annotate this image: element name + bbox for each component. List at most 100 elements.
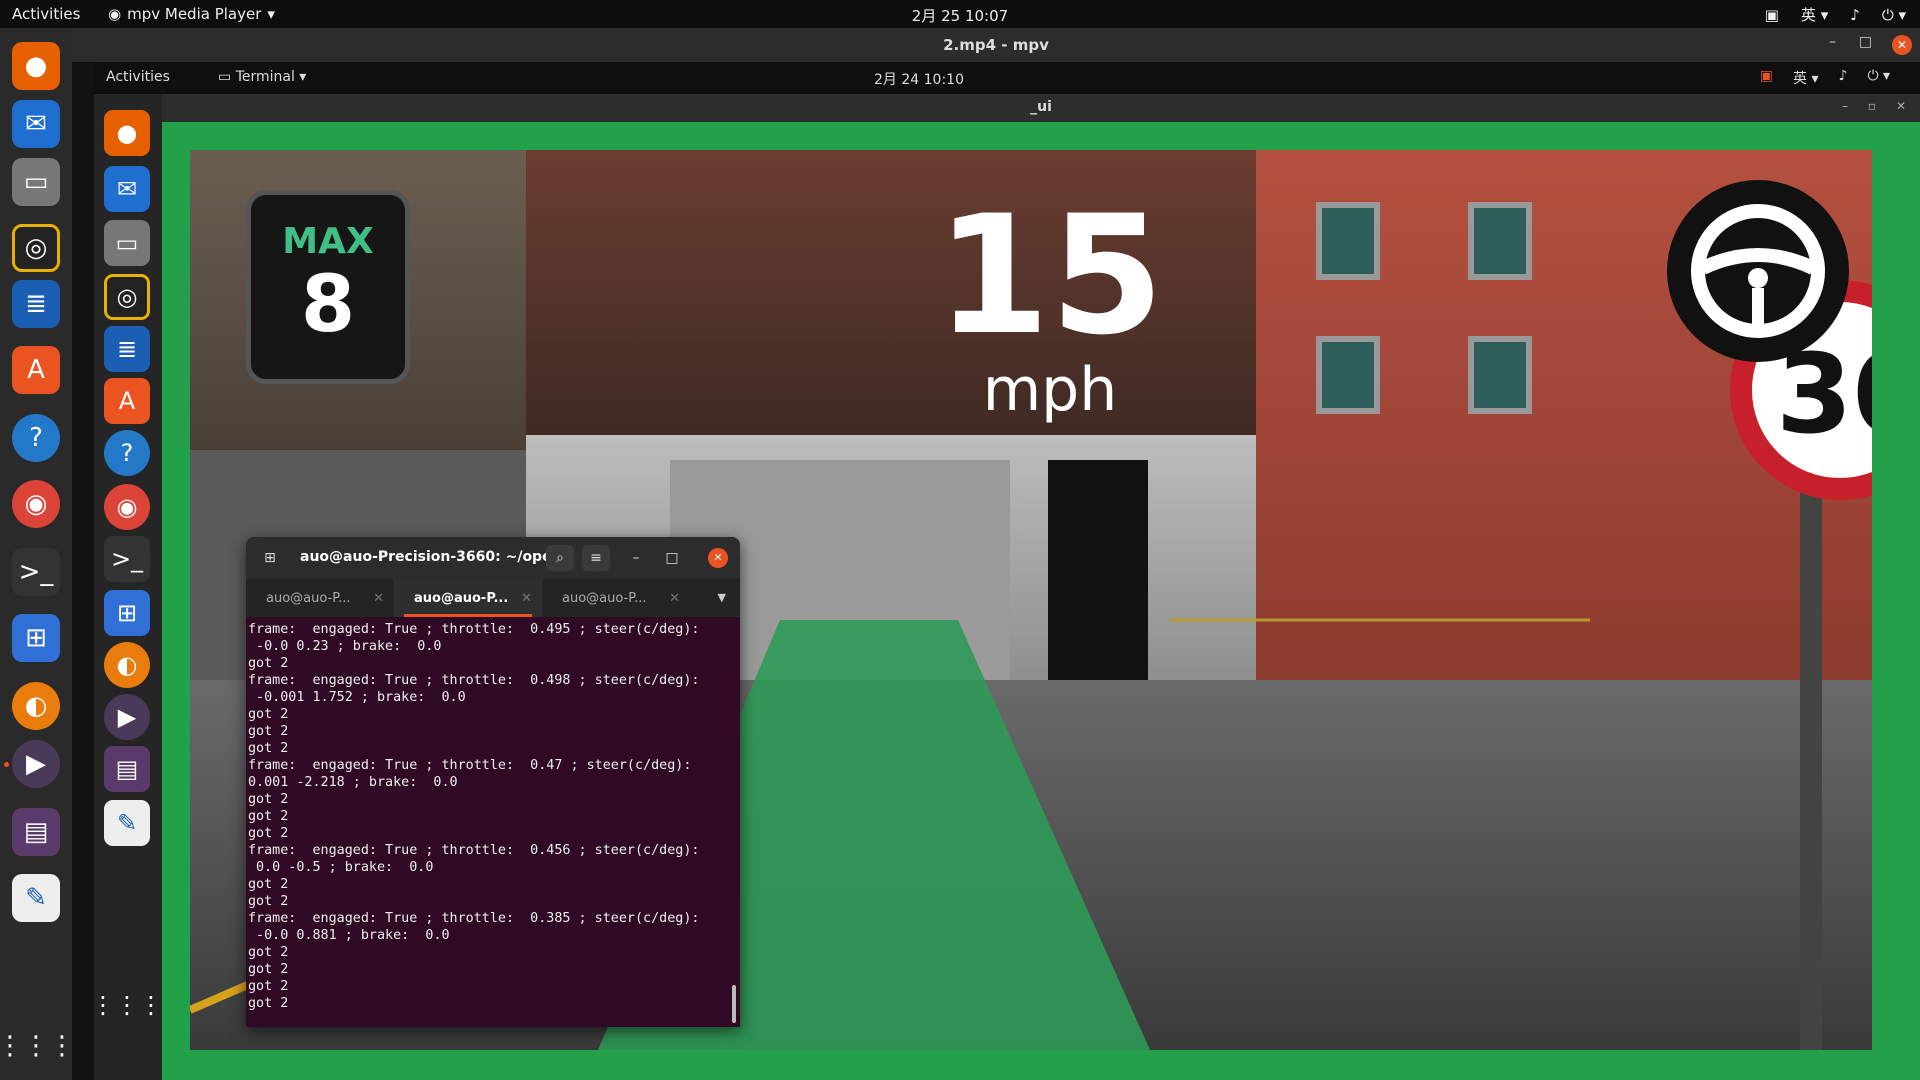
- dock: ● ✉ ▭ ◎ ≣ A ? ◉ >_ ⊞ ◐ ▶ ▤ ✎ ⋮⋮⋮: [0, 28, 75, 1080]
- writer-icon[interactable]: ≣: [12, 280, 60, 328]
- terminal-line: got 2: [248, 656, 289, 671]
- max-speed-box: MAX 8: [246, 190, 410, 384]
- editor-icon[interactable]: ✎: [12, 874, 60, 922]
- blender-icon[interactable]: ◐: [12, 682, 60, 730]
- files-icon: ▭: [104, 220, 150, 266]
- max-speed-label: MAX: [282, 221, 374, 262]
- terminal-line: got 2: [248, 996, 289, 1011]
- firefox-icon: ●: [104, 110, 150, 156]
- terminal-line: frame: engaged: True ; throttle: 0.385 ;…: [248, 911, 700, 926]
- editor-icon: ✎: [104, 800, 150, 846]
- mpv-titlebar: 2.mp4 - mpv – □ ✕: [72, 28, 1920, 62]
- help-icon[interactable]: ?: [12, 414, 60, 462]
- terminal-tab[interactable]: auo@auo-P... ✕: [246, 579, 394, 617]
- terminal-title: auo@auo-Precision-3660: ~/ope...: [300, 549, 568, 565]
- ui-titlebar: _ui – ▫ ✕: [162, 94, 1920, 122]
- mpv-icon[interactable]: ▶: [12, 740, 60, 788]
- ui-minimize-icon: –: [1842, 99, 1848, 113]
- speed-value: 15: [935, 180, 1165, 371]
- tab-close-icon[interactable]: ✕: [373, 591, 384, 606]
- terminal-line: got 2: [248, 945, 289, 960]
- inner-lang-label: 英: [1793, 71, 1808, 87]
- terminal-line: got 2: [248, 877, 289, 892]
- ui-close-icon: ✕: [1895, 99, 1906, 113]
- video-icon: ▤: [104, 746, 150, 792]
- files-icon[interactable]: ▭: [12, 158, 60, 206]
- app-menu-label: mpv Media Player: [127, 5, 262, 23]
- app-menu[interactable]: ◉ mpv Media Player ▾: [108, 5, 275, 23]
- inner-clock: 2月 24 10:10: [874, 72, 964, 88]
- clock[interactable]: 2月 25 10:07: [0, 5, 1920, 26]
- screenshot-icon[interactable]: ⊞: [12, 614, 60, 662]
- inner-volume-icon: ♪: [1838, 68, 1848, 84]
- menu-icon[interactable]: ≡: [582, 545, 610, 571]
- camera-icon[interactable]: ▣: [1765, 6, 1779, 24]
- mpv-title: 2.mp4 - mpv: [943, 36, 1049, 54]
- ui-maximize-icon: ▫: [1867, 99, 1876, 113]
- software-icon[interactable]: A: [12, 346, 60, 394]
- tab-close-icon[interactable]: ✕: [669, 591, 680, 606]
- search-icon[interactable]: ⌕: [546, 545, 574, 571]
- max-speed-value: 8: [300, 260, 356, 350]
- inner-top-bar: Activities ▭ Terminal ▾ 2月 24 10:10 ▣ 英 …: [94, 62, 1920, 94]
- tab-close-icon[interactable]: ✕: [521, 591, 532, 606]
- volume-icon[interactable]: ♪: [1850, 6, 1860, 24]
- terminal-maximize-button[interactable]: □: [658, 545, 686, 571]
- close-button[interactable]: ✕: [1892, 35, 1912, 55]
- video-area[interactable]: Activities ▭ Terminal ▾ 2月 24 10:10 ▣ 英 …: [72, 62, 1920, 1080]
- tabs-dropdown-icon[interactable]: ▼: [718, 591, 726, 604]
- terminal-line: got 2: [248, 809, 289, 824]
- inner-power-icon: ⏻ ▾: [1867, 68, 1890, 84]
- terminal-line: -0.001 1.752 ; brake: 0.0: [248, 690, 466, 705]
- thunderbird-icon[interactable]: ✉: [12, 100, 60, 148]
- terminal-line: frame: engaged: True ; throttle: 0.456 ;…: [248, 843, 700, 858]
- steering-wheel-icon: [1667, 180, 1849, 362]
- terminal-tab-label: auo@auo-P...: [562, 591, 647, 606]
- rhythmbox-icon[interactable]: ◎: [12, 224, 60, 272]
- terminal-window[interactable]: ⊞ auo@auo-Precision-3660: ~/ope... ⌕ ≡ –…: [246, 537, 740, 1027]
- terminal-line: frame: engaged: True ; throttle: 0.495 ;…: [248, 622, 700, 637]
- terminal-tab-active[interactable]: auo@auo-P... ✕: [394, 579, 542, 617]
- maximize-button[interactable]: □: [1859, 34, 1872, 50]
- apps-grid-icon[interactable]: ⋮⋮⋮: [0, 1022, 75, 1070]
- terminal-close-button[interactable]: ✕: [708, 548, 728, 568]
- new-tab-icon[interactable]: ⊞: [256, 545, 284, 571]
- current-speed: 15 mph: [910, 180, 1190, 423]
- terminal-tab-label: auo@auo-P...: [414, 591, 509, 606]
- activities-button[interactable]: Activities: [12, 5, 80, 23]
- chrome-icon[interactable]: ◉: [12, 480, 60, 528]
- inner-lang: 英 ▾: [1793, 71, 1819, 87]
- terminal-line: got 2: [248, 792, 289, 807]
- terminal-scrollbar[interactable]: [732, 985, 736, 1023]
- terminal-line: -0.0 0.23 ; brake: 0.0: [248, 639, 442, 654]
- mpv-icon: ▶: [104, 694, 150, 740]
- minimize-button[interactable]: –: [1829, 34, 1836, 50]
- ui-title: _ui: [1030, 99, 1052, 115]
- top-bar: Activities ◉ mpv Media Player ▾ 2月 25 10…: [0, 0, 1920, 28]
- terminal-icon[interactable]: >_: [12, 548, 60, 596]
- terminal-line: got 2: [248, 707, 289, 722]
- terminal-line: 0.0 -0.5 ; brake: 0.0: [248, 860, 434, 875]
- thunderbird-icon: ✉: [104, 166, 150, 212]
- rhythmbox-icon: ◎: [104, 274, 150, 320]
- terminal-line: got 2: [248, 741, 289, 756]
- firefox-icon[interactable]: ●: [12, 42, 60, 90]
- terminal-line: -0.0 0.881 ; brake: 0.0: [248, 928, 450, 943]
- apps-grid-icon: ⋮⋮⋮: [91, 991, 163, 1019]
- power-icon[interactable]: ⏻ ▾: [1882, 6, 1906, 24]
- terminal-line: 0.001 -2.218 ; brake: 0.0: [248, 775, 458, 790]
- input-method-label: 英: [1800, 6, 1816, 24]
- input-method[interactable]: 英 ▾: [1801, 4, 1828, 25]
- terminal-line: got 2: [248, 826, 289, 841]
- writer-icon: ≣: [104, 326, 150, 372]
- terminal-minimize-button[interactable]: –: [622, 545, 650, 571]
- chrome-icon: ◉: [104, 484, 150, 530]
- inner-camera-icon: ▣: [1759, 68, 1774, 84]
- sign-pole: [1800, 480, 1822, 1050]
- terminal-icon: >_: [104, 536, 150, 582]
- video-icon[interactable]: ▤: [12, 808, 60, 856]
- help-icon: ?: [104, 430, 150, 476]
- inner-dock: ● ✉ ▭ ◎ ≣ A ? ◉ >_ ⊞ ◐ ▶ ▤ ✎ ⋮⋮⋮: [91, 94, 163, 1080]
- terminal-tab[interactable]: auo@auo-P... ✕: [542, 579, 690, 617]
- terminal-output[interactable]: frame: engaged: True ; throttle: 0.495 ;…: [246, 617, 740, 1016]
